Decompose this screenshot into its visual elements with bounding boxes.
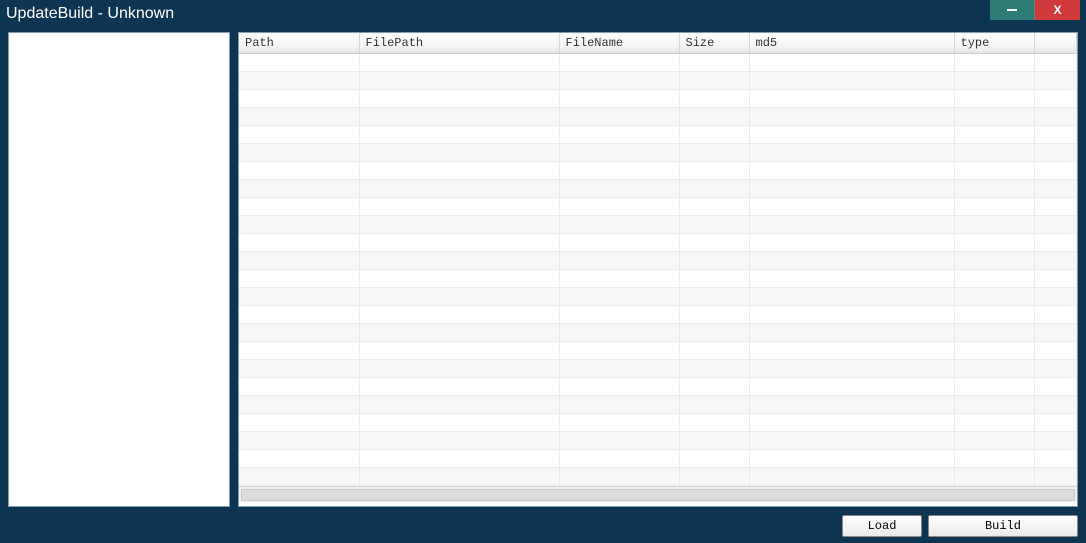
table-row-empty: [239, 197, 1077, 215]
column-header[interactable]: FilePath: [359, 33, 559, 53]
tree-panel[interactable]: [8, 32, 230, 507]
table-row-empty: [239, 341, 1077, 359]
table-row-empty: [239, 395, 1077, 413]
file-table[interactable]: PathFilePathFileNameSizemd5type: [239, 33, 1077, 486]
app-window: UpdateBuild - Unknown X PathFilePathFile…: [0, 0, 1086, 543]
build-button[interactable]: Build: [928, 515, 1078, 537]
table-row-empty: [239, 107, 1077, 125]
table-row-empty: [239, 305, 1077, 323]
minimize-button[interactable]: [990, 0, 1035, 20]
column-header[interactable]: FileName: [559, 33, 679, 53]
table-row-empty: [239, 467, 1077, 485]
table-row-empty: [239, 377, 1077, 395]
table-row-empty: [239, 287, 1077, 305]
table-row-empty: [239, 413, 1077, 431]
panels: PathFilePathFileNameSizemd5type: [8, 32, 1078, 507]
scrollbar-thumb[interactable]: [241, 489, 1075, 501]
table-row-empty: [239, 71, 1077, 89]
table-row-empty: [239, 251, 1077, 269]
close-button[interactable]: X: [1035, 0, 1080, 20]
column-header[interactable]: Path: [239, 33, 359, 53]
table-row-empty: [239, 431, 1077, 449]
grid-panel: PathFilePathFileNameSizemd5type: [238, 32, 1078, 507]
load-button[interactable]: Load: [842, 515, 922, 537]
table-row-empty: [239, 233, 1077, 251]
column-header[interactable]: md5: [749, 33, 954, 53]
footer: Load Build: [8, 513, 1078, 537]
table-row-empty: [239, 125, 1077, 143]
table-row-empty: [239, 449, 1077, 467]
window-title: UpdateBuild - Unknown: [6, 5, 990, 23]
table-row-empty: [239, 89, 1077, 107]
close-icon: X: [1053, 4, 1061, 16]
table-row-empty: [239, 215, 1077, 233]
titlebar[interactable]: UpdateBuild - Unknown X: [0, 0, 1086, 28]
grid-wrap: PathFilePathFileNameSizemd5type: [238, 32, 1078, 507]
horizontal-scrollbar[interactable]: [239, 486, 1077, 502]
table-row-empty: [239, 53, 1077, 71]
column-header[interactable]: type: [954, 33, 1034, 53]
table-row-empty: [239, 269, 1077, 287]
table-header-row[interactable]: PathFilePathFileNameSizemd5type: [239, 33, 1077, 53]
table-row-empty: [239, 143, 1077, 161]
column-header[interactable]: Size: [679, 33, 749, 53]
table-row-empty: [239, 323, 1077, 341]
window-controls: X: [990, 0, 1086, 20]
client-area: PathFilePathFileNameSizemd5type Load Bui…: [0, 28, 1086, 543]
table-row-empty: [239, 161, 1077, 179]
column-header-filler: [1034, 33, 1077, 53]
table-row-empty: [239, 359, 1077, 377]
table-row-empty: [239, 179, 1077, 197]
